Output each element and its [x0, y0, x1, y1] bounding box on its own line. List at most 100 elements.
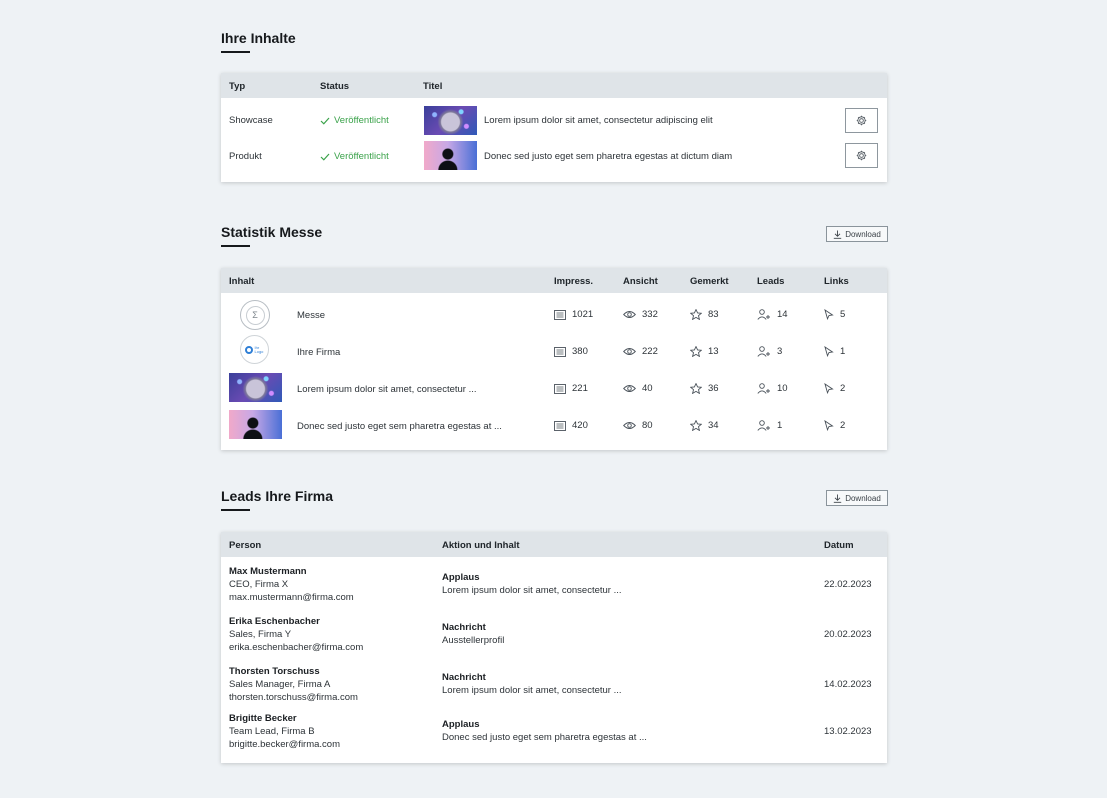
row-label: Lorem ipsum dolor sit amet, consectetur …: [297, 384, 477, 395]
lead-person: Max Mustermann CEO, Firma X max.musterma…: [229, 565, 354, 604]
views-value: 80: [642, 420, 653, 431]
star-icon: [690, 346, 702, 357]
status-text: Veröffentlicht: [334, 151, 389, 162]
content-section: Ihre Inhalte Typ Status Titel Showcase V…: [221, 30, 888, 182]
lead-person: Brigitte Becker Team Lead, Firma B brigi…: [229, 712, 340, 751]
download-label: Download: [845, 493, 881, 503]
lead-row[interactable]: Brigitte Becker Team Lead, Firma B brigi…: [221, 706, 887, 755]
add-user-icon: [757, 346, 770, 357]
table-row[interactable]: Ihr Logo Ihre Firma 380 222 13 3 1: [221, 330, 887, 367]
leads-value: 3: [777, 346, 783, 357]
content-thumbnail: [424, 141, 477, 170]
impressions-stat: 1021: [554, 309, 593, 320]
eye-icon: [623, 385, 636, 392]
views-stat: 80: [623, 420, 653, 431]
lead-name: Erika Eschenbacher: [229, 616, 320, 627]
lead-action: Applaus Donec sed justo eget sem pharetr…: [442, 718, 647, 744]
title-underline: [221, 51, 250, 53]
content-table-header: Typ Status Titel: [221, 73, 887, 98]
impressions-value: 420: [572, 420, 588, 431]
views-stat: 222: [623, 346, 658, 357]
lead-person: Thorsten Torschuss Sales Manager, Firma …: [229, 665, 358, 704]
views-value: 332: [642, 309, 658, 320]
lead-date: 22.02.2023: [824, 579, 872, 590]
lead-email[interactable]: thorsten.torschuss@firma.com: [229, 691, 358, 704]
lead-action: Nachricht Ausstellerprofil: [442, 621, 504, 647]
table-row[interactable]: Produkt Veröffentlicht Donec sed justo e…: [221, 135, 887, 172]
action-type: Applaus: [442, 719, 480, 730]
leads-value: 1: [777, 420, 783, 431]
document-icon: [554, 309, 566, 320]
table-row[interactable]: Σ Messe 1021 332 83 14 5: [221, 293, 887, 330]
lead-date: 14.02.2023: [824, 679, 872, 690]
lead-email[interactable]: erika.eschenbacher@firma.com: [229, 641, 363, 654]
row-label: Ihre Firma: [297, 347, 341, 358]
star-icon: [690, 309, 702, 320]
lead-row[interactable]: Erika Eschenbacher Sales, Firma Y erika.…: [221, 607, 887, 657]
table-row[interactable]: Showcase Veröffentlicht Lorem ipsum dolo…: [221, 98, 887, 135]
leads-section: Leads Ihre Firma Download Person Aktion …: [221, 488, 888, 763]
impressions-stat: 420: [554, 420, 588, 431]
settings-button[interactable]: [845, 108, 878, 133]
company-logo: Ihr Logo: [240, 335, 269, 364]
settings-button[interactable]: [845, 143, 878, 168]
views-value: 40: [642, 383, 653, 394]
impressions-value: 380: [572, 346, 588, 357]
row-titel: Donec sed justo eget sem pharetra egesta…: [484, 151, 733, 162]
row-label: Donec sed justo eget sem pharetra egesta…: [297, 421, 502, 432]
col-datum: Datum: [824, 540, 854, 551]
saved-stat: 13: [690, 346, 719, 357]
sigma-icon: Σ: [245, 305, 265, 325]
leads-table-header: Person Aktion und Inhalt Datum: [221, 532, 887, 557]
add-user-icon: [757, 420, 770, 431]
star-icon: [690, 383, 702, 394]
stats-title: Statistik Messe: [221, 224, 323, 240]
col-links: Links: [824, 276, 849, 287]
status-badge: Veröffentlicht: [320, 151, 389, 162]
lead-row[interactable]: Max Mustermann CEO, Firma X max.musterma…: [221, 557, 887, 607]
row-label: Messe: [297, 310, 325, 321]
lead-role: CEO, Firma X: [229, 579, 289, 590]
col-titel: Titel: [423, 81, 443, 92]
views-stat: 332: [623, 309, 658, 320]
messe-logo: Σ: [240, 300, 270, 330]
views-stat: 40: [623, 383, 653, 394]
links-stat: 2: [824, 420, 845, 431]
links-value: 2: [840, 420, 846, 431]
impressions-value: 1021: [572, 309, 594, 320]
action-content: Ausstellerprofil: [442, 635, 505, 646]
download-button[interactable]: Download: [826, 226, 888, 242]
download-label: Download: [845, 229, 881, 239]
download-button[interactable]: Download: [826, 490, 888, 506]
row-typ: Produkt: [229, 151, 262, 162]
check-icon: [320, 153, 330, 161]
col-ansicht: Ansicht: [623, 276, 658, 287]
impressions-stat: 221: [554, 383, 588, 394]
links-value: 5: [840, 309, 846, 320]
star-icon: [690, 420, 702, 431]
row-typ: Showcase: [229, 115, 273, 126]
table-row[interactable]: Lorem ipsum dolor sit amet, consectetur …: [221, 367, 887, 405]
impressions-stat: 380: [554, 346, 588, 357]
saved-value: 83: [708, 309, 719, 320]
lead-role: Sales Manager, Firma A: [229, 679, 331, 690]
action-type: Nachricht: [442, 622, 486, 633]
table-row[interactable]: Donec sed justo eget sem pharetra egesta…: [221, 405, 887, 443]
lead-email[interactable]: brigitte.becker@firma.com: [229, 738, 340, 751]
links-value: 2: [840, 383, 846, 394]
lead-date: 20.02.2023: [824, 629, 872, 640]
add-user-icon: [757, 383, 770, 394]
logo-ring-icon: [244, 345, 253, 354]
content-thumbnail: [229, 373, 282, 402]
cursor-icon: [824, 420, 834, 431]
lead-row[interactable]: Thorsten Torschuss Sales Manager, Firma …: [221, 657, 887, 706]
links-stat: 1: [824, 346, 845, 357]
lead-email[interactable]: max.mustermann@firma.com: [229, 591, 354, 604]
col-leads: Leads: [757, 276, 785, 287]
gear-icon: [856, 115, 867, 126]
action-type: Applaus: [442, 572, 480, 583]
leads-stat: 1: [757, 420, 782, 431]
title-underline: [221, 509, 250, 511]
cursor-icon: [824, 346, 834, 357]
title-underline: [221, 245, 250, 247]
